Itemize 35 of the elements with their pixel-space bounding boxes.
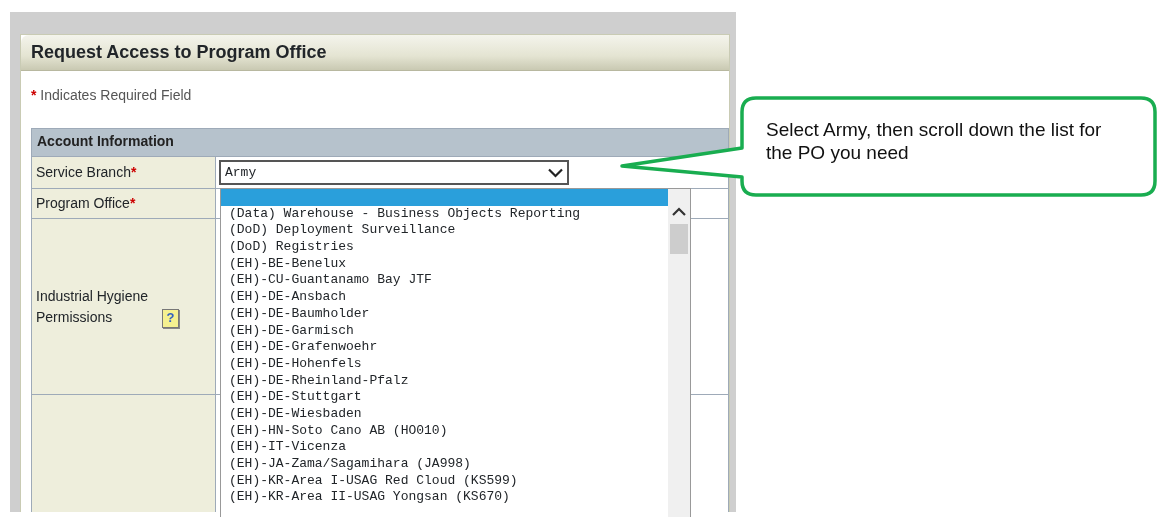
list-option[interactable]: (EH)-DE-Wiesbaden <box>221 405 668 423</box>
section-header: Account Information <box>31 128 729 157</box>
callout-text: Select Army, then scroll down the list for the PO you need <box>766 118 1103 164</box>
list-option[interactable]: (EH)-IT-Vicenza <box>221 439 668 456</box>
list-option[interactable]: (EH)-KR-Area II-USAG Yongsan (KS670) <box>221 489 668 507</box>
field-label: Program Office <box>36 195 130 211</box>
list-option[interactable]: (EH)-DE-Rheinland-Pfalz <box>221 372 668 390</box>
list-option[interactable]: (EH)-DE-Grafenwoehr <box>221 339 668 356</box>
scroll-up-icon[interactable] <box>672 207 686 216</box>
list-option[interactable]: (DoD) Deployment Surveillance <box>221 222 668 240</box>
scrollbar-thumb[interactable] <box>670 224 688 254</box>
list-option[interactable]: (EH)-DE-Stuttgart <box>221 389 668 406</box>
help-icon[interactable]: ? <box>162 308 179 328</box>
field-label: Service Branch <box>36 164 131 180</box>
list-option[interactable]: (Data) Warehouse - Business Objects Reporting <box>221 205 668 223</box>
field-label: Industrial Hygiene Permissions <box>36 286 150 327</box>
required-asterisk: * <box>130 164 137 180</box>
required-asterisk: * <box>31 87 37 103</box>
list-option[interactable]: (EH)-DE-Baumholder <box>221 305 668 323</box>
dropdown-caret-icon <box>548 167 563 178</box>
list-option[interactable]: (EH)-CU-Guantanamo Bay JTF <box>221 272 668 290</box>
list-option[interactable]: (EH)-DE-Garmisch <box>221 322 668 340</box>
scrollbar[interactable] <box>668 189 690 517</box>
list-option[interactable]: (DoD) Registries <box>221 239 668 256</box>
list-option[interactable]: (EH)-HN-Soto Cano AB (HO010) <box>221 422 668 440</box>
list-option[interactable]: (EH)-DE-Ansbach <box>221 289 668 306</box>
list-option[interactable]: (EH)-DE-Hohenfels <box>221 355 668 373</box>
list-option[interactable]: (EH)-BE-Benelux <box>221 255 668 273</box>
required-asterisk: * <box>129 195 136 211</box>
program-office-listbox[interactable] <box>220 188 691 517</box>
list-option[interactable]: (EH)-KR-Area I-USAG Red Cloud (KS599) <box>221 472 668 490</box>
list-option[interactable]: (EH)-JA-Zama/Sagamihara (JA998) <box>221 456 668 473</box>
service-branch-select[interactable]: Army <box>219 160 569 185</box>
required-note: Indicates Required Field <box>40 87 192 103</box>
panel-title: Request Access to Program Office <box>21 35 729 71</box>
